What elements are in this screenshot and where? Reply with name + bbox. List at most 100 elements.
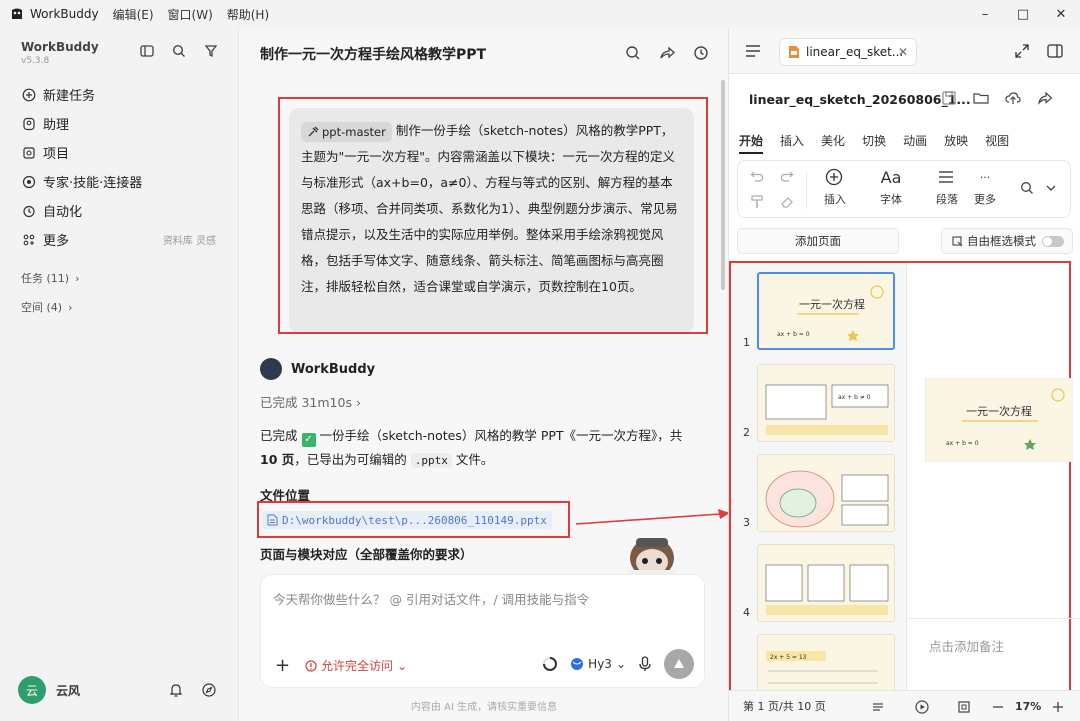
nav-more[interactable]: 更多 资料库 灵感 xyxy=(14,225,226,254)
free-select-switch[interactable] xyxy=(1042,235,1064,247)
share-icon[interactable] xyxy=(658,44,676,62)
free-select-toggle[interactable]: 自由框选模式 xyxy=(941,228,1073,254)
toggle-sidebar-icon[interactable] xyxy=(138,42,156,60)
nav-experts[interactable]: 专家·技能·连接器 xyxy=(14,167,226,196)
fit-screen-icon[interactable] xyxy=(957,700,971,714)
side-panel-icon[interactable] xyxy=(1047,43,1063,59)
eraser-icon[interactable] xyxy=(780,195,794,209)
add-page-button[interactable]: 添加页面 xyxy=(737,228,899,254)
ribbon-tab-slideshow[interactable]: 放映 xyxy=(944,132,968,154)
nav-assistant[interactable]: 助理 xyxy=(14,109,226,138)
chevron-right-icon: › xyxy=(75,271,80,285)
ribbon-paragraph-label: 段落 xyxy=(936,193,958,206)
ribbon-more-button[interactable]: ··· 更多 xyxy=(968,167,1002,207)
notes-toggle-icon[interactable] xyxy=(871,700,885,714)
nav-more-extra[interactable]: 资料库 灵感 xyxy=(163,232,216,247)
search-icon[interactable] xyxy=(170,42,188,60)
app-name: WorkBuddy xyxy=(30,7,99,21)
expand-icon[interactable] xyxy=(1015,44,1029,58)
chevron-down-icon[interactable] xyxy=(1044,181,1058,195)
search-icon[interactable] xyxy=(1020,181,1034,195)
maximize-button[interactable]: □ xyxy=(1004,0,1042,28)
file-tab[interactable]: linear_eq_sket... ✕ xyxy=(779,38,917,66)
done-status[interactable]: 已完成 31m10s › xyxy=(260,392,361,411)
menu-window[interactable]: 窗口(W) xyxy=(168,6,213,23)
nav-label: 更多 xyxy=(43,234,70,249)
close-tab-icon[interactable]: ✕ xyxy=(898,45,908,59)
permission-dropdown[interactable]: 允许完全访问 ⌄ xyxy=(305,657,407,674)
file-name: linear_eq_sketch_20260806_1... xyxy=(749,92,971,107)
filter-icon[interactable] xyxy=(202,42,220,60)
ribbon-divider xyxy=(806,171,807,209)
summary-code: .pptx xyxy=(410,453,452,468)
ribbon-paragraph-button[interactable]: 段落 xyxy=(930,167,964,207)
attach-plus-button[interactable]: + xyxy=(275,655,290,676)
bot-header: WorkBuddy xyxy=(260,358,375,380)
undo-icon[interactable] xyxy=(750,169,764,183)
model-label: Hy3 xyxy=(588,657,612,671)
nav-label: 专家·技能·连接器 xyxy=(43,176,143,191)
zoom-in-icon[interactable] xyxy=(1051,700,1065,714)
zoom-out-icon[interactable] xyxy=(991,700,1005,714)
close-window-button[interactable]: ✕ xyxy=(1042,0,1080,28)
nav-label: 项目 xyxy=(43,147,70,162)
upload-icon[interactable] xyxy=(1005,90,1021,106)
chat-title: 制作一元一次方程手绘风格教学PPT xyxy=(260,47,487,63)
nav-label: 自动化 xyxy=(43,205,83,220)
history-icon[interactable] xyxy=(692,44,710,62)
check-icon: ✓ xyxy=(301,433,316,447)
ribbon-tab-transition[interactable]: 切换 xyxy=(862,132,886,154)
sidebar-brand: WorkBuddy xyxy=(21,40,99,54)
select-box-icon xyxy=(952,235,963,246)
preview-tab-bar: linear_eq_sket... ✕ xyxy=(729,28,1080,74)
avatar: 云 xyxy=(18,676,46,704)
ribbon-insert-button[interactable]: 插入 xyxy=(818,167,852,207)
ribbon-tab-view[interactable]: 视图 xyxy=(985,132,1009,154)
highlight-file-path xyxy=(257,501,570,538)
chevron-right-icon: › xyxy=(355,395,361,410)
play-icon[interactable] xyxy=(915,700,929,714)
send-button[interactable] xyxy=(664,649,694,679)
user-profile[interactable]: 云 云风 xyxy=(18,676,80,704)
mapping-heading: 页面与模块对应（全部覆盖你的要求） xyxy=(260,547,473,562)
microphone-icon[interactable] xyxy=(638,656,652,672)
nav-label: 助理 xyxy=(43,118,70,133)
share-icon[interactable] xyxy=(1037,90,1053,106)
message-input-card[interactable]: 今天帮你做些什么？ @ 引用对话文件，/ 调用技能与指令 + 允许完全访问 ⌄ … xyxy=(260,574,705,688)
compass-icon[interactable] xyxy=(201,682,217,698)
slide-main-preview[interactable]: 一元一次方程 ax + b = 0 xyxy=(925,378,1073,462)
tasks-section[interactable]: 任务 (11) › xyxy=(21,270,79,286)
format-painter-icon[interactable] xyxy=(750,195,764,209)
nav-automation[interactable]: 自动化 xyxy=(14,196,226,225)
done-status-text: 已完成 31m10s xyxy=(260,395,352,410)
chevron-down-icon: ⌄ xyxy=(615,657,626,671)
notes-placeholder[interactable]: 点击添加备注 xyxy=(929,636,1004,655)
ribbon-font-button[interactable]: Aa 字体 xyxy=(874,167,908,207)
menu-icon[interactable] xyxy=(745,44,761,58)
summary-mid: 一份手绘（sketch-notes）风格的教学 PPT《一元一次方程》，共 xyxy=(319,428,683,443)
spaces-section[interactable]: 空间 (4) › xyxy=(21,299,72,315)
search-icon[interactable] xyxy=(624,44,642,62)
redo-icon[interactable] xyxy=(780,169,794,183)
nav-label: 新建任务 xyxy=(43,89,96,104)
folder-icon[interactable] xyxy=(973,90,989,106)
model-selector[interactable]: Hy3 ⌄ xyxy=(570,657,626,671)
message-input[interactable]: 今天帮你做些什么？ @ 引用对话文件，/ 调用技能与指令 xyxy=(273,589,589,608)
ai-disclaimer: 内容由 AI 生成，请核实重要信息 xyxy=(410,702,558,713)
save-icon[interactable] xyxy=(941,90,957,106)
preview-formula: ax + b = 0 xyxy=(946,440,979,447)
summary-suffix: 文件。 xyxy=(455,452,494,467)
bell-icon[interactable] xyxy=(168,682,184,698)
nav-project[interactable]: 项目 xyxy=(14,138,226,167)
nav-new-task[interactable]: 新建任务 xyxy=(14,80,226,109)
summary-prefix: 已完成 xyxy=(260,428,298,443)
ribbon-tab-home[interactable]: 开始 xyxy=(739,132,763,154)
chat-scrollbar[interactable] xyxy=(721,80,725,290)
minimize-button[interactable]: – xyxy=(966,0,1004,28)
ribbon-insert-label: 插入 xyxy=(824,193,846,206)
ribbon-tab-animation[interactable]: 动画 xyxy=(903,132,927,154)
menu-help[interactable]: 帮助(H) xyxy=(227,6,269,23)
menu-edit[interactable]: 编辑(E) xyxy=(113,6,154,23)
ribbon-tab-insert[interactable]: 插入 xyxy=(780,132,804,154)
ribbon-tab-beautify[interactable]: 美化 xyxy=(821,132,845,154)
